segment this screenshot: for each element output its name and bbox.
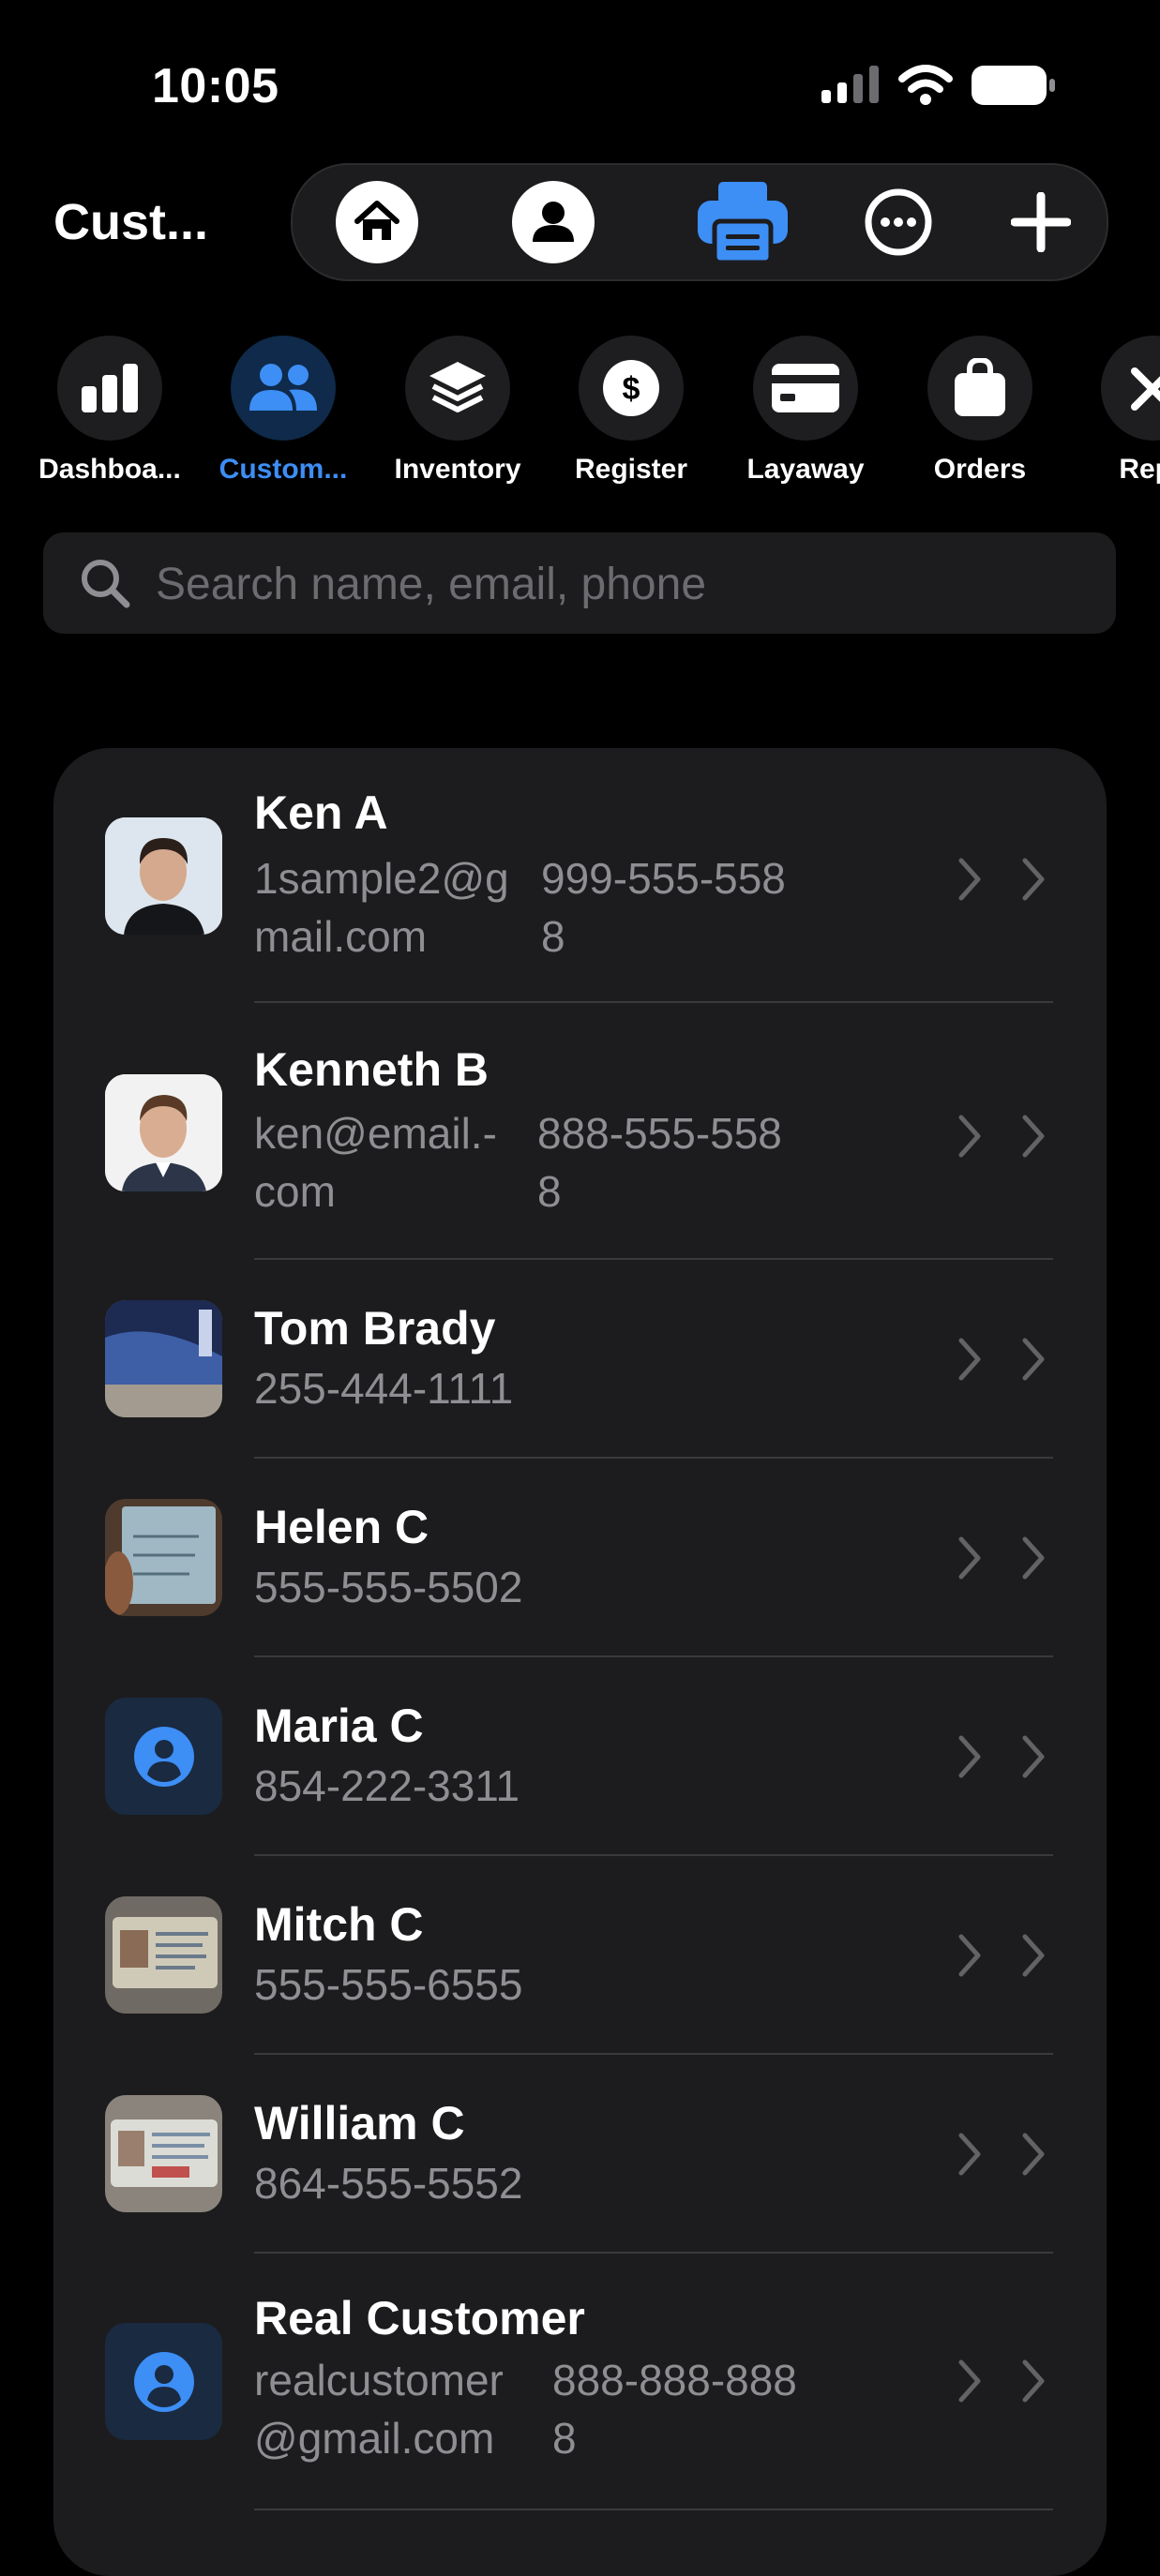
- more-icon: [865, 188, 932, 256]
- cellular-signal-icon: [821, 66, 879, 103]
- home-button[interactable]: [321, 165, 433, 279]
- svg-text:$: $: [623, 371, 640, 407]
- chevron-right-icon: [958, 1536, 981, 1580]
- print-button[interactable]: [677, 165, 808, 279]
- chevron-right-icon: [958, 858, 981, 901]
- customer-phone: 888-888-888 8: [552, 2356, 797, 2463]
- customer-row[interactable]: Real Customer realcustomer @gmail.com 888…: [53, 2254, 1107, 2510]
- module-tab-register[interactable]: $ Register: [547, 336, 716, 486]
- customer-email: ken@email.- com: [254, 1109, 497, 1216]
- chevron-right-icon: [1022, 858, 1045, 901]
- tools-icon: [1131, 367, 1160, 411]
- chevron-right-icon: [1022, 1934, 1045, 1977]
- module-label: Orders: [933, 454, 1027, 485]
- customer-avatar: [105, 2323, 222, 2440]
- customer-name: Tom Brady: [254, 1302, 496, 1355]
- module-label: Dashboa...: [38, 454, 181, 485]
- chevron-right-icon: [958, 2133, 981, 2176]
- chevron-right-icon: [1022, 1115, 1045, 1158]
- module-tab-orders[interactable]: Orders: [896, 336, 1064, 486]
- search-bar: [43, 532, 1116, 636]
- module-label: Custom...: [218, 454, 348, 485]
- module-tab-layaway[interactable]: Layaway: [721, 336, 890, 486]
- profile-button[interactable]: [497, 165, 610, 279]
- customer-name: Helen C: [254, 1501, 429, 1553]
- bar-chart-icon: [82, 364, 138, 412]
- chevron-right-icon: [1022, 1536, 1045, 1580]
- customer-phone: 888-555-558 8: [537, 1109, 782, 1216]
- customer-row[interactable]: Ken A 1sample2@g mail.com 999-555-558 8: [53, 748, 1107, 1003]
- chevron-right-icon: [958, 1735, 981, 1778]
- card-icon: [772, 364, 839, 412]
- customer-avatar: [105, 1300, 222, 1417]
- customer-avatar: [105, 817, 222, 935]
- customer-row[interactable]: Mitch C 555-555-6555: [53, 1856, 1107, 2055]
- search-icon: [82, 560, 130, 608]
- customer-phone: 555-555-6555: [254, 1960, 523, 2009]
- customer-name: Maria C: [254, 1700, 424, 1752]
- customer-name: William C: [254, 2097, 465, 2149]
- module-label: Inventory: [394, 454, 521, 485]
- wifi-icon: [898, 65, 953, 105]
- search-input[interactable]: [154, 532, 1077, 636]
- people-icon: [249, 364, 317, 411]
- customer-name: Mitch C: [254, 1898, 424, 1951]
- bag-icon: [955, 358, 1005, 416]
- dollar-icon: $: [603, 360, 659, 416]
- customer-avatar: [105, 2095, 222, 2212]
- customer-row[interactable]: Tom Brady 255-444-1111: [53, 1260, 1107, 1459]
- module-tab-dashboard[interactable]: Dashboa...: [25, 336, 194, 486]
- customer-list: Ken A 1sample2@g mail.com 999-555-558 8 Ke…: [53, 748, 1107, 2576]
- customer-avatar: [105, 1896, 222, 2014]
- status-time: 10:05: [152, 59, 279, 113]
- customer-name: Real Customer: [254, 2292, 585, 2344]
- page-title: Cust...: [53, 194, 209, 250]
- customer-email: realcustomer @gmail.com: [254, 2356, 504, 2463]
- add-button[interactable]: [985, 165, 1097, 279]
- chevron-right-icon: [958, 1115, 981, 1158]
- chevron-right-icon: [958, 1338, 981, 1381]
- customer-phone: 255-444-1111: [254, 1364, 514, 1413]
- customer-row[interactable]: William C 864-555-5552: [53, 2055, 1107, 2254]
- customer-avatar: [105, 1499, 222, 1616]
- chevron-right-icon: [958, 1934, 981, 1977]
- person-circle-icon: [133, 1726, 194, 1787]
- customer-phone: 999-555-558 8: [541, 854, 786, 961]
- customer-email: 1sample2@g mail.com: [254, 854, 509, 961]
- module-tab-customers[interactable]: Custom...: [199, 336, 368, 486]
- module-tab-inventory[interactable]: Inventory: [373, 336, 542, 486]
- module-label: Layaway: [746, 454, 865, 485]
- chevron-right-icon: [958, 2359, 981, 2403]
- customer-avatar: [105, 1698, 222, 1815]
- customer-name: Ken A: [254, 786, 388, 839]
- person-icon: [512, 181, 595, 263]
- customer-row[interactable]: Maria C 854-222-3311: [53, 1657, 1107, 1856]
- printer-icon: [698, 182, 788, 264]
- module-label: Register: [574, 454, 688, 485]
- toolbar: [291, 163, 1108, 281]
- home-icon: [336, 181, 418, 263]
- chevron-right-icon: [1022, 1735, 1045, 1778]
- module-tab-repairs[interactable]: Repa: [1069, 336, 1160, 486]
- chevron-right-icon: [1022, 2359, 1045, 2403]
- customer-row[interactable]: Helen C 555-555-5502: [53, 1459, 1107, 1657]
- customer-name: Kenneth B: [254, 1043, 489, 1096]
- more-button[interactable]: [842, 165, 955, 279]
- customer-phone: 864-555-5552: [254, 2159, 523, 2208]
- person-circle-icon: [133, 2351, 194, 2412]
- customer-row[interactable]: Kenneth B ken@email.- com 888-555-558 8: [53, 1003, 1107, 1260]
- chevron-right-icon: [1022, 2133, 1045, 2176]
- customer-avatar: [105, 1074, 222, 1191]
- battery-icon: [972, 66, 1055, 105]
- row-divider: [254, 2509, 1053, 2510]
- customer-phone: 555-555-5502: [254, 1563, 523, 1611]
- module-label: Repa: [1119, 454, 1160, 485]
- customer-phone: 854-222-3311: [254, 1761, 520, 1810]
- plus-icon: [1011, 192, 1071, 252]
- layers-icon: [429, 362, 486, 412]
- chevron-right-icon: [1022, 1338, 1045, 1381]
